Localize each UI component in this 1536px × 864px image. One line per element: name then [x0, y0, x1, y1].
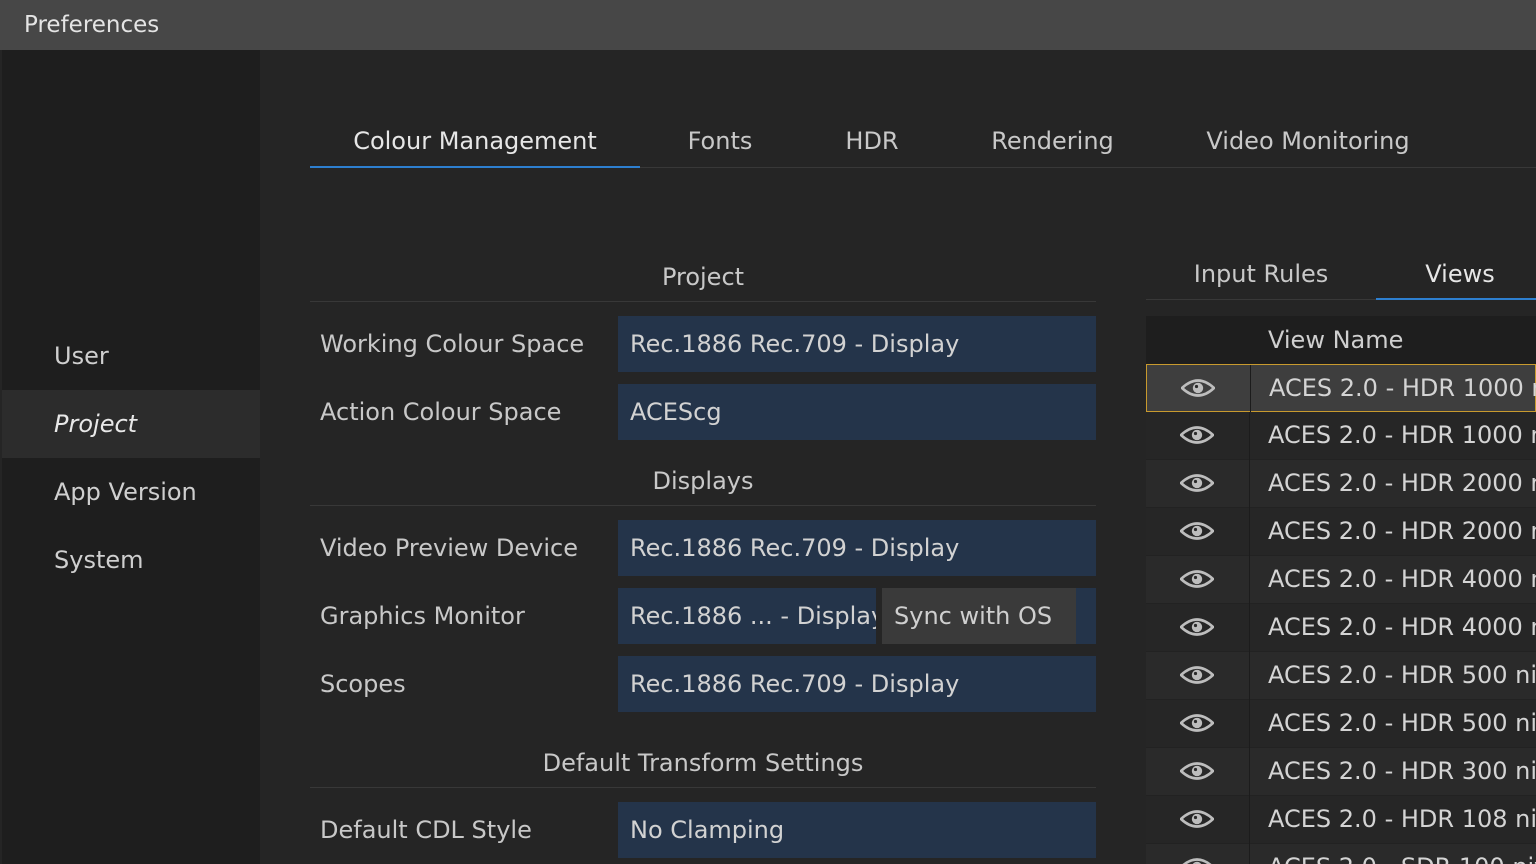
table-row[interactable]: ACES 2.0 - HDR 2000 nits — [1146, 508, 1536, 556]
eye-icon[interactable] — [1180, 856, 1214, 864]
view-name: ACES 2.0 - HDR 1000 nits — [1269, 374, 1536, 402]
section-title-displays: Displays — [310, 458, 1096, 506]
sidebar-item-system[interactable]: System — [2, 526, 260, 594]
subtab-bar: Input Rules Views — [1146, 252, 1536, 300]
eye-icon[interactable] — [1180, 712, 1214, 734]
view-name: ACES 2.0 - HDR 4000 nits — [1268, 613, 1536, 641]
action-colour-space-dropdown[interactable]: ACEScg — [618, 384, 1096, 440]
working-colour-space-dropdown[interactable]: Rec.1886 Rec.709 - Display — [618, 316, 1096, 372]
view-name: ACES 2.0 - HDR 1000 nits — [1268, 421, 1536, 449]
eye-icon[interactable] — [1180, 472, 1214, 494]
tab-hdr[interactable]: HDR — [822, 122, 922, 168]
views-table: View Name ACES 2.0 - HDR 1000 nits ACES 2… — [1146, 316, 1536, 864]
default-cdl-style-label: Default CDL Style — [320, 816, 532, 844]
visibility-cell[interactable] — [1146, 844, 1250, 864]
default-cdl-style-dropdown[interactable]: No Clamping — [618, 802, 1096, 858]
tab-video-monitoring[interactable]: Video Monitoring — [1188, 122, 1428, 168]
table-row[interactable]: ACES 2.0 - HDR 4000 nits — [1146, 604, 1536, 652]
eye-icon[interactable] — [1180, 760, 1214, 782]
working-colour-space-label: Working Colour Space — [320, 330, 585, 358]
view-name-column-header[interactable]: View Name — [1268, 316, 1403, 364]
subtab-input-rules[interactable]: Input Rules — [1146, 252, 1376, 300]
eye-icon[interactable] — [1180, 568, 1214, 590]
table-row[interactable]: ACES 2.0 - HDR 1000 nits — [1146, 364, 1536, 413]
title-bar: Preferences — [0, 0, 1536, 50]
sidebar: User Project App Version System — [2, 50, 260, 864]
sidebar-item-user[interactable]: User — [2, 322, 260, 390]
graphics-monitor-label: Graphics Monitor — [320, 602, 525, 630]
visibility-cell[interactable] — [1146, 508, 1250, 556]
table-row[interactable]: ACES 2.0 - HDR 108 nits — [1146, 796, 1536, 844]
eye-icon[interactable] — [1180, 808, 1214, 830]
eye-icon[interactable] — [1180, 616, 1214, 638]
table-row[interactable]: ACES 2.0 - SDR 100 nits — [1146, 844, 1536, 864]
eye-icon[interactable] — [1181, 377, 1215, 399]
video-preview-device-label: Video Preview Device — [320, 534, 578, 562]
tab-rendering[interactable]: Rendering — [980, 122, 1125, 168]
visibility-cell[interactable] — [1146, 604, 1250, 652]
table-row[interactable]: ACES 2.0 - HDR 500 nits — [1146, 700, 1536, 748]
action-colour-space-label: Action Colour Space — [320, 398, 562, 426]
section-title-project: Project — [310, 254, 1096, 302]
sync-with-os-label: Sync with OS — [882, 588, 1076, 644]
scopes-dropdown[interactable]: Rec.1886 Rec.709 - Display — [618, 656, 1096, 712]
eye-icon[interactable] — [1180, 520, 1214, 542]
visibility-cell[interactable] — [1146, 652, 1250, 700]
sidebar-item-app-version[interactable]: App Version — [2, 458, 260, 526]
views-table-header: View Name — [1146, 316, 1536, 364]
video-preview-device-dropdown[interactable]: Rec.1886 Rec.709 - Display — [618, 520, 1096, 576]
view-name: ACES 2.0 - HDR 2000 nits — [1268, 517, 1536, 545]
view-name: ACES 2.0 - HDR 108 nits — [1268, 805, 1536, 833]
main-panel: Colour Management Fonts HDR Rendering Vi… — [260, 50, 1536, 864]
view-name: ACES 2.0 - HDR 4000 nits — [1268, 565, 1536, 593]
eye-icon[interactable] — [1180, 664, 1214, 686]
visibility-cell[interactable] — [1147, 365, 1251, 413]
subtab-views[interactable]: Views — [1376, 252, 1536, 300]
tab-bar: Colour Management Fonts HDR Rendering Vi… — [310, 122, 1536, 168]
view-name: ACES 2.0 - HDR 300 nits — [1268, 757, 1536, 785]
visibility-cell[interactable] — [1146, 556, 1250, 604]
table-row[interactable]: ACES 2.0 - HDR 1000 nits — [1146, 412, 1536, 460]
view-name: ACES 2.0 - SDR 100 nits — [1268, 844, 1536, 864]
eye-icon[interactable] — [1180, 424, 1214, 446]
table-row[interactable]: ACES 2.0 - HDR 2000 nits — [1146, 460, 1536, 508]
tab-colour-management[interactable]: Colour Management — [310, 122, 640, 168]
sidebar-item-project[interactable]: Project — [2, 390, 260, 458]
window-title: Preferences — [24, 12, 160, 38]
view-name: ACES 2.0 - HDR 500 nits — [1268, 709, 1536, 737]
tab-fonts[interactable]: Fonts — [670, 122, 770, 168]
visibility-cell[interactable] — [1146, 412, 1250, 460]
scopes-label: Scopes — [320, 670, 406, 698]
visibility-cell[interactable] — [1146, 748, 1250, 796]
table-row[interactable]: ACES 2.0 - HDR 300 nits — [1146, 748, 1536, 796]
view-name: ACES 2.0 - HDR 500 nits — [1268, 661, 1536, 689]
visibility-cell[interactable] — [1146, 700, 1250, 748]
table-row[interactable]: ACES 2.0 - HDR 500 nits — [1146, 652, 1536, 700]
visibility-cell[interactable] — [1146, 460, 1250, 508]
section-title-default-transform: Default Transform Settings — [310, 740, 1096, 788]
table-row[interactable]: ACES 2.0 - HDR 4000 nits — [1146, 556, 1536, 604]
sync-with-os-toggle[interactable]: Sync with OS — [882, 588, 1096, 644]
graphics-monitor-dropdown[interactable]: Rec.1886 ... - Display — [618, 588, 876, 644]
view-name: ACES 2.0 - HDR 2000 nits — [1268, 469, 1536, 497]
visibility-cell[interactable] — [1146, 796, 1250, 844]
